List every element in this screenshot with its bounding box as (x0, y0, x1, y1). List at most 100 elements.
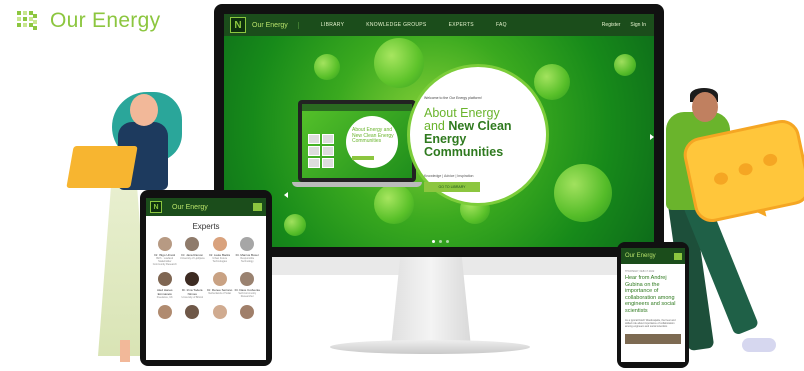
expert-card[interactable]: Dr. Dave Codvenia Self-Community Research… (235, 272, 261, 299)
expert-role: Freelance, UK (156, 296, 173, 299)
tablet-device: N Our Energy Experts Dr. Iñigo Urresti Bi… (140, 190, 272, 366)
expert-role: University of Ljubljana (180, 257, 205, 260)
person-right-head (692, 92, 718, 122)
carousel-dot[interactable] (439, 240, 442, 243)
expert-role: Birth · Lowland Stakeholder Community Re… (152, 257, 177, 266)
expert-card-partial[interactable] (180, 305, 206, 319)
expert-card[interactable]: Dr. Marcus Boxer Responsible Technology (235, 237, 261, 266)
site-logo[interactable]: N (230, 17, 246, 33)
person-left-laptop (66, 146, 138, 188)
hero-title-line1: About Energy (424, 106, 500, 120)
menu-icon[interactable] (253, 203, 262, 211)
expert-avatar (240, 237, 255, 251)
desktop-monitor: N Our Energy LIBRARY KNOWLEDGE GROUPS EX… (214, 4, 664, 257)
laptop-mockup: About Energy and New Clean Energy Commun… (298, 100, 416, 182)
hero-welcome: Welcome to the Our Energy platform! (424, 96, 482, 100)
nav-item-library[interactable]: LIBRARY (321, 22, 344, 28)
expert-card[interactable]: Dr. Lieke Backs Urban Future Technologies (207, 237, 233, 266)
nav-item-knowledge-groups[interactable]: KNOWLEDGE GROUPS (366, 22, 426, 28)
expert-avatar (240, 272, 255, 286)
expert-card-partial[interactable] (207, 305, 233, 319)
phone-screen: Our Energy THURSDAY, FEB 17 2022 Hear fr… (621, 248, 685, 362)
expert-name: Aled Hanes Emmanelo (156, 288, 173, 296)
expert-avatar (157, 272, 172, 286)
article-body: As a typical Dutch Woodcapelle, the hear… (625, 319, 676, 329)
experts-grid: Dr. Iñigo Urresti Birth · Lowland Stakeho… (146, 231, 266, 325)
nav-item-experts[interactable]: EXPERTS (449, 22, 474, 28)
brand-name: Our Energy (50, 9, 161, 32)
bubble (284, 214, 306, 236)
expert-avatar (212, 305, 227, 319)
article-image (625, 333, 681, 344)
bubble (614, 54, 636, 76)
hero-title-line2a: and (424, 119, 449, 133)
expert-card-partial[interactable] (152, 305, 178, 319)
expert-avatar (157, 237, 172, 251)
expert-card-partial[interactable] (235, 305, 261, 319)
hero-title: About Energy and New Clean Energy Commun… (424, 107, 554, 159)
expert-role: Responsible Technology (240, 257, 255, 263)
speech-dot (737, 161, 754, 177)
expert-card[interactable]: Aled Hanes Emmanelo Freelance, UK (152, 272, 178, 299)
expert-avatar (212, 237, 227, 251)
speech-dot (762, 152, 779, 168)
menu-icon[interactable] (674, 252, 682, 260)
carousel-prev-icon[interactable] (284, 192, 288, 198)
brand-mark-icon (17, 11, 37, 30)
desktop-screen: N Our Energy LIBRARY KNOWLEDGE GROUPS EX… (224, 14, 654, 247)
sign-in-link[interactable]: Sign In (630, 22, 646, 28)
expert-avatar (240, 305, 255, 319)
hero-title-line2b: New Clean (448, 119, 512, 133)
speech-dot (712, 171, 730, 186)
brand-logo[interactable]: Our Energy (16, 6, 160, 36)
phone-brand[interactable]: Our Energy (625, 253, 656, 259)
expert-role: Urban Future Technologies (212, 257, 228, 263)
phone-device: Our Energy THURSDAY, FEB 17 2022 Hear fr… (617, 242, 689, 368)
carousel-dots (432, 240, 449, 243)
carousel-dot[interactable] (432, 240, 435, 243)
mini-hero-title: About Energy and New Clean Energy Commun… (352, 127, 394, 144)
bubble (534, 64, 570, 100)
expert-role: Self-Community Researcher (238, 292, 257, 298)
article-date: THURSDAY, FEB 17 2022 (625, 270, 655, 273)
expert-avatar (185, 237, 200, 251)
hero-tagline: Knowledge | Advice | Inspiration (424, 174, 474, 178)
carousel-dot[interactable] (446, 240, 449, 243)
expert-avatar (185, 305, 200, 319)
expert-card[interactable]: Dr. Iñigo Urresti Birth · Lowland Stakeho… (152, 237, 178, 266)
expert-card[interactable]: Dr. Jana Ramon University of Ljubljana (180, 237, 206, 266)
expert-card[interactable]: Dr. Renee Serrano Netherlands of Solar (207, 272, 233, 299)
site-nav: N Our Energy LIBRARY KNOWLEDGE GROUPS EX… (224, 14, 654, 36)
hero-title-line4: Communities (424, 145, 504, 159)
register-link[interactable]: Register (602, 22, 621, 28)
monitor-base (330, 340, 530, 354)
bubble (374, 184, 414, 224)
mini-hero-button (352, 156, 374, 160)
hero-title-line3: Energy (424, 132, 467, 146)
tablet-brand[interactable]: Our Energy (172, 204, 208, 211)
mini-cards (308, 134, 342, 168)
expert-name: Dr. Irina Todera Ninnes (182, 288, 203, 296)
person-right-shoe (742, 338, 776, 352)
expert-card[interactable]: Dr. Irina Todera Ninnes University of Bri… (180, 272, 206, 299)
expert-role: Netherlands of Solar (208, 292, 232, 295)
mini-nav (302, 104, 412, 111)
expert-avatar (157, 305, 172, 319)
carousel-next-icon[interactable] (650, 134, 654, 140)
laptop-base (292, 182, 422, 187)
site-brand[interactable]: Our Energy (252, 21, 299, 29)
expert-role: University of Bristol (181, 296, 203, 299)
tablet-screen: N Our Energy Experts Dr. Iñigo Urresti Bi… (146, 198, 266, 360)
tablet-page-title: Experts (192, 222, 220, 231)
nav-item-faq[interactable]: FAQ (496, 22, 507, 28)
bubble (314, 54, 340, 80)
go-to-library-button[interactable]: GO TO LIBRARY (424, 182, 480, 192)
tablet-site-logo[interactable]: N (150, 201, 162, 213)
laptop-screen: About Energy and New Clean Energy Commun… (302, 104, 412, 178)
expert-avatar (185, 272, 200, 286)
tablet-nav: N Our Energy (146, 198, 266, 216)
person-left-head (130, 94, 158, 126)
person-left-leg (120, 340, 130, 362)
article-headline[interactable]: Hear from Andrej Gubina on the importanc… (625, 275, 681, 314)
bubble (554, 164, 612, 222)
